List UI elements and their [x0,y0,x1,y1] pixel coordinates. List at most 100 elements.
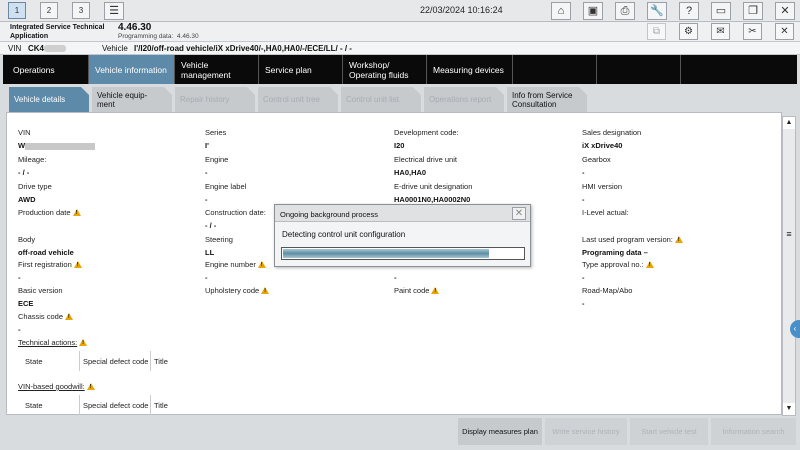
scroll-up-icon[interactable]: ▲ [783,117,795,129]
divider [79,351,80,371]
tab-empty-1 [513,55,597,84]
field-engine: Engine - [205,155,229,177]
vin-line: VIN CK4 Vehicle I'/I20/off-road vehicle/… [0,42,800,55]
field-basic-version: Basic version ECE [18,286,63,308]
tab-workshop-fluids[interactable]: Workshop/ Operating fluids [343,55,427,84]
top-bar: 1 2 3 ☰ 22/03/2024 10:16:24 ⌂ ▣ ⎙ 🔧 ? ▭ … [0,0,800,22]
field-steering: Steering LL [205,235,233,257]
subtab-operations-report[interactable]: Operations report [424,87,504,112]
close-icon[interactable]: ✕ [512,207,526,220]
vin-value: CK4 [28,44,45,53]
subtab-control-unit-tree[interactable]: Control unit tree [258,87,338,112]
information-search-button[interactable]: Information search [711,418,796,445]
warning-icon [645,261,654,268]
field-body: Body off-road vehicle [18,235,74,257]
minimize-icon[interactable]: ▭ [711,2,731,20]
wrench-icon[interactable]: 🔧 [647,2,667,20]
vin-goodwill-section: VIN-based goodwill: [18,382,95,391]
field-gearbox: Gearbox - [582,155,611,177]
warning-icon [86,383,95,390]
app-name: Integrated Service Technical Application [10,24,105,40]
display-measures-plan-button[interactable]: Display measures plan [458,418,542,445]
list-icon[interactable]: ☰ [104,2,124,20]
tab-service-plan[interactable]: Service plan [259,55,343,84]
field-type-approval-no: Type approval no.: - [582,260,654,282]
field-upholstery-code: Upholstery code [205,286,270,295]
field-electrical-drive-unit: Electrical drive unit HA0,HA0 [394,155,457,177]
id-card-icon[interactable]: ▣ [583,2,603,20]
settings-icon[interactable]: ⚙ [679,23,698,40]
field-last-used-program-version: Last used program version: Programing da… [582,235,683,257]
background-process-dialog: Ongoing background process ✕ Detecting c… [274,204,531,267]
subtab-info-service-consultation[interactable]: Info from Service Consultation [507,87,587,112]
scroll-down-icon[interactable]: ▼ [783,403,795,415]
window-1-button[interactable]: 1 [8,2,26,19]
vehicle-value: I'/I20/off-road vehicle/iX xDrive40/-,HA… [134,44,352,53]
tools-icon[interactable]: ✂ [743,23,762,40]
help-icon[interactable]: ? [679,2,699,20]
field-series: Series I' [205,128,227,150]
warning-icon [73,261,82,268]
close-session-icon[interactable]: ✕ [775,23,794,40]
tab-empty-2 [597,55,681,84]
divider [150,351,151,371]
vin-redacted-value [25,142,96,150]
field-edrive-unit-designation: E-drive unit designation HA0001N0,HA0002… [394,182,473,204]
scroll-grip-icon[interactable]: ≡ [784,229,794,239]
goodwill-col-state: State [25,401,43,410]
field-ilevel-actual: I-Level actual: [582,208,629,217]
tab-vehicle-management[interactable]: Vehicle management [175,55,259,84]
subtab-vehicle-details[interactable]: Vehicle details [9,87,89,112]
subtab-vehicle-equipment[interactable]: Vehicle equip- ment [92,87,172,112]
copy-icon[interactable]: ⧉ [647,23,666,40]
sub-tabs: Vehicle details Vehicle equip- ment Repa… [3,84,797,112]
start-vehicle-test-button[interactable]: Start vehicle test [630,418,708,445]
vin-redacted [44,45,66,52]
field-vin: VIN W [18,128,96,150]
field-roadmap-abo: Road-Map/Abo - [582,286,633,308]
window-2-button[interactable]: 2 [40,2,58,19]
field-development-code: Development code: I20 [394,128,459,150]
vertical-scrollbar[interactable]: ▲ ≡ ▼ [782,116,796,416]
tab-measuring-devices[interactable]: Measuring devices [427,55,513,84]
warning-icon [65,313,74,320]
dialog-title: Ongoing background process [275,205,530,222]
field-hmi-version: HMI version - [582,182,623,204]
app-version: 4.46.30 [118,22,152,33]
subtab-repair-history[interactable]: Repair history [175,87,255,112]
field-paint-code: Paint code [394,286,440,295]
warning-icon [79,339,88,346]
vin-label: VIN [8,44,22,53]
warning-icon [257,261,266,268]
mail-icon[interactable]: ✉ [711,23,730,40]
warning-icon [431,287,440,294]
tab-vehicle-information[interactable]: Vehicle information [89,55,175,84]
app-header: Integrated Service Technical Application… [0,22,800,42]
maximize-icon[interactable]: ❐ [743,2,763,20]
field-chassis-code: Chassis code - [18,312,74,334]
progress-fill [283,249,489,258]
close-icon[interactable]: ✕ [775,2,795,20]
vehicle-label: Vehicle [102,44,128,53]
programming-data: Programming data: 4.46.30 [118,33,199,40]
warning-icon [261,287,270,294]
goodwill-col-title: Title [154,401,168,410]
field-engine-label: Engine label - [205,182,247,204]
dialog-message: Detecting control unit configuration [282,230,406,239]
warning-icon [72,209,81,216]
window-3-button[interactable]: 3 [72,2,90,19]
tech-actions-col-title: Title [154,357,168,366]
technical-actions-section: Technical actions: [18,338,88,347]
write-service-history-button[interactable]: Write service history [545,418,627,445]
subtab-control-unit-list[interactable]: Control unit list [341,87,421,112]
printer-icon[interactable]: ⎙ [615,2,635,20]
field-mileage: Mileage: - / - [18,155,47,177]
home-icon[interactable]: ⌂ [551,2,571,20]
progress-bar [281,247,525,260]
main-tabs: Operations Vehicle information Vehicle m… [3,55,797,84]
warning-icon [674,236,683,243]
goodwill-col-defect-code: Special defect code [83,401,149,410]
field-production-date: Production date [18,208,81,217]
tech-actions-col-defect-code: Special defect code [83,357,149,366]
tab-operations[interactable]: Operations [3,55,89,84]
